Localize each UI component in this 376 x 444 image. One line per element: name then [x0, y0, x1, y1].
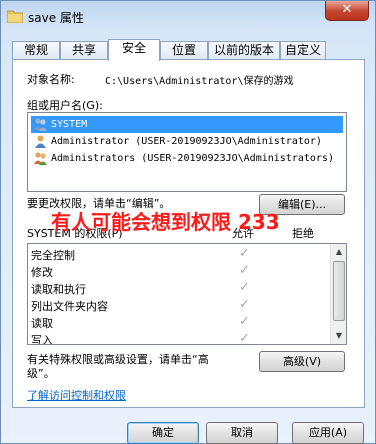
permissions-scrollbar[interactable]: ▲ ▼ — [330, 244, 346, 344]
permission-row: 修改 ✓ — [28, 263, 332, 280]
tab-sharing[interactable]: 共享 — [60, 41, 108, 60]
permission-name: 读取 — [31, 317, 53, 330]
allow-checkmark: ✓ — [239, 263, 250, 278]
permissions-list[interactable]: 完全控制 ✓ 修改 ✓ 读取和执行 ✓ 列出文件夹内容 ✓ 读取 ✓ 写入 ✓ — [27, 243, 347, 345]
allow-checkmark: ✓ — [239, 297, 250, 312]
tab-location[interactable]: 位置 — [160, 41, 208, 60]
group-or-user-label: 组或用户名(G): — [27, 99, 103, 112]
permission-row: 写入 ✓ — [28, 331, 332, 345]
title-bar[interactable]: save 属性 ✕ — [1, 1, 375, 31]
scroll-thumb[interactable] — [333, 261, 345, 321]
tab-customize[interactable]: 自定义 — [280, 41, 326, 60]
apply-button[interactable]: 应用(A) — [292, 422, 364, 444]
window-title: save 属性 — [28, 11, 84, 25]
close-button[interactable]: ✕ — [325, 1, 369, 21]
object-name-value: C:\Users\Administrator\保存的游戏 — [105, 76, 294, 87]
tab-previous-versions[interactable]: 以前的版本 — [208, 41, 280, 60]
allow-checkmark: ✓ — [239, 246, 250, 261]
allow-checkmark: ✓ — [239, 280, 250, 295]
list-item-administrator[interactable]: Administrator (USER-20190923JO\Administr… — [31, 133, 322, 150]
folder-icon — [7, 10, 23, 23]
object-name-label: 对象名称: — [27, 73, 75, 86]
permission-row: 读取 ✓ — [28, 314, 332, 331]
permission-row: 读取和执行 ✓ — [28, 280, 332, 297]
permission-name: 写入 — [31, 334, 53, 345]
properties-window: save 属性 ✕ 常规 共享 安全 位置 以前的版本 自定义 对象名称: C:… — [0, 0, 376, 444]
cancel-button[interactable]: 取消 — [206, 422, 278, 444]
permission-name: 完全控制 — [31, 249, 75, 262]
allow-checkmark: ✓ — [239, 331, 250, 345]
permission-name: 修改 — [31, 266, 53, 279]
user-icon — [35, 135, 46, 148]
deny-column-header: 拒绝 — [292, 227, 314, 240]
allow-checkmark: ✓ — [239, 314, 250, 329]
list-item-system[interactable]: SYSTEM — [31, 116, 343, 133]
learn-access-control-link[interactable]: 了解访问控制和权限 — [27, 387, 126, 403]
permission-name: 读取和执行 — [31, 283, 86, 296]
tab-security[interactable]: 安全 — [108, 39, 160, 61]
scroll-down-icon[interactable]: ▼ — [331, 328, 346, 344]
user-name: SYSTEM — [51, 119, 88, 130]
advanced-hint-line2: 级”。 — [27, 367, 55, 380]
user-name: Administrator (USER-20190923JO\Administr… — [51, 136, 322, 147]
tab-general[interactable]: 常规 — [12, 41, 60, 60]
users-group-icon — [34, 118, 47, 131]
overlay-caption: 有人可能会想到权限 233 — [51, 210, 280, 234]
users-group-icon — [34, 152, 47, 165]
permission-row: 列出文件夹内容 ✓ — [28, 297, 332, 314]
permission-name: 列出文件夹内容 — [31, 300, 108, 313]
permission-row: 完全控制 ✓ — [28, 246, 332, 263]
user-list[interactable]: SYSTEM Administrator (USER-20190923JO\Ad… — [27, 112, 347, 192]
user-name: Administrators (USER-20190923JO\Administ… — [51, 153, 334, 164]
advanced-button[interactable]: 高级(V) — [259, 351, 345, 372]
scroll-up-icon[interactable]: ▲ — [331, 244, 346, 260]
ok-button[interactable]: 确定 — [127, 422, 199, 444]
list-item-administrators[interactable]: Administrators (USER-20190923JO\Administ… — [31, 150, 334, 167]
